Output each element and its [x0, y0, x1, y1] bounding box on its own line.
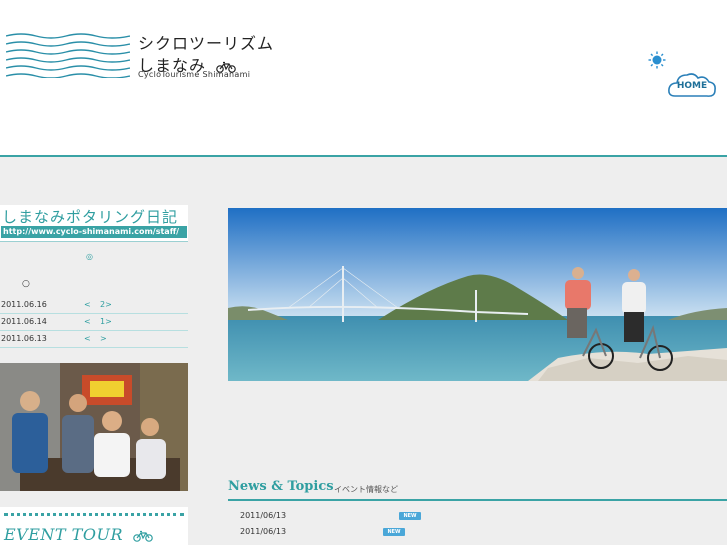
- diary-entry-prev[interactable]: <: [84, 314, 91, 330]
- diary-entry-prev[interactable]: <: [84, 331, 91, 347]
- diary-banner[interactable]: しまなみポタリング日記 http://www.cyclo-shimanami.c…: [0, 205, 188, 242]
- news-item[interactable]: 2011/06/13 NEW: [228, 526, 727, 540]
- dotted-divider: [4, 513, 184, 519]
- new-badge: NEW: [399, 512, 421, 520]
- bicycle-icon: [132, 530, 153, 542]
- circle-mark: ○: [22, 279, 30, 289]
- sun-icon: [648, 51, 666, 69]
- news-item[interactable]: 2011/06/13 NEW: [228, 510, 727, 524]
- news-title: News & Topics: [228, 479, 334, 494]
- waves-logo-icon: [6, 33, 130, 78]
- staff-photo[interactable]: [0, 363, 188, 491]
- logo-english: CycloTourisme Shimanami: [138, 70, 251, 79]
- home-button[interactable]: HOME: [667, 70, 717, 102]
- diary-entry-date: 2011.06.16: [1, 300, 47, 309]
- event-tour-label: EVENT TOUR: [4, 525, 123, 544]
- diary-entry[interactable]: 2011.06.16 < 2>: [0, 297, 188, 314]
- diary-entry-prev[interactable]: <: [84, 297, 91, 313]
- diary-entry[interactable]: 2011.06.13 < >: [0, 331, 188, 348]
- news-item-date: 2011/06/13: [240, 511, 287, 520]
- diary-title: しまなみポタリング日記: [2, 208, 179, 226]
- news-subtitle: イベント情報など: [334, 485, 398, 494]
- diary-entry-link[interactable]: 1>: [100, 314, 112, 330]
- event-tour-title: EVENT TOUR: [4, 525, 153, 544]
- diary-entry-date: 2011.06.14: [1, 317, 47, 326]
- diary-url[interactable]: http://www.cyclo-shimanami.com/staff/: [1, 226, 187, 238]
- hero-photo: [228, 208, 727, 381]
- ring-icon: ◎: [86, 252, 93, 261]
- logo-title: シクロツーリズム: [138, 34, 275, 53]
- diary-entry[interactable]: 2011.06.14 < 1>: [0, 314, 188, 331]
- diary-entry-link[interactable]: >: [100, 331, 107, 347]
- new-badge: NEW: [383, 528, 405, 536]
- site-header: シクロツーリズム しまなみ CycloTourisme Shimanami HO…: [0, 0, 727, 155]
- event-tour-banner[interactable]: EVENT TOUR: [0, 507, 188, 545]
- diary-entry-link[interactable]: 2>: [100, 297, 112, 313]
- home-label: HOME: [676, 81, 708, 91]
- news-item-date: 2011/06/13: [240, 527, 287, 536]
- diary-entry-date: 2011.06.13: [1, 334, 47, 343]
- news-topics-header: News & Topics イベント情報など: [228, 479, 727, 501]
